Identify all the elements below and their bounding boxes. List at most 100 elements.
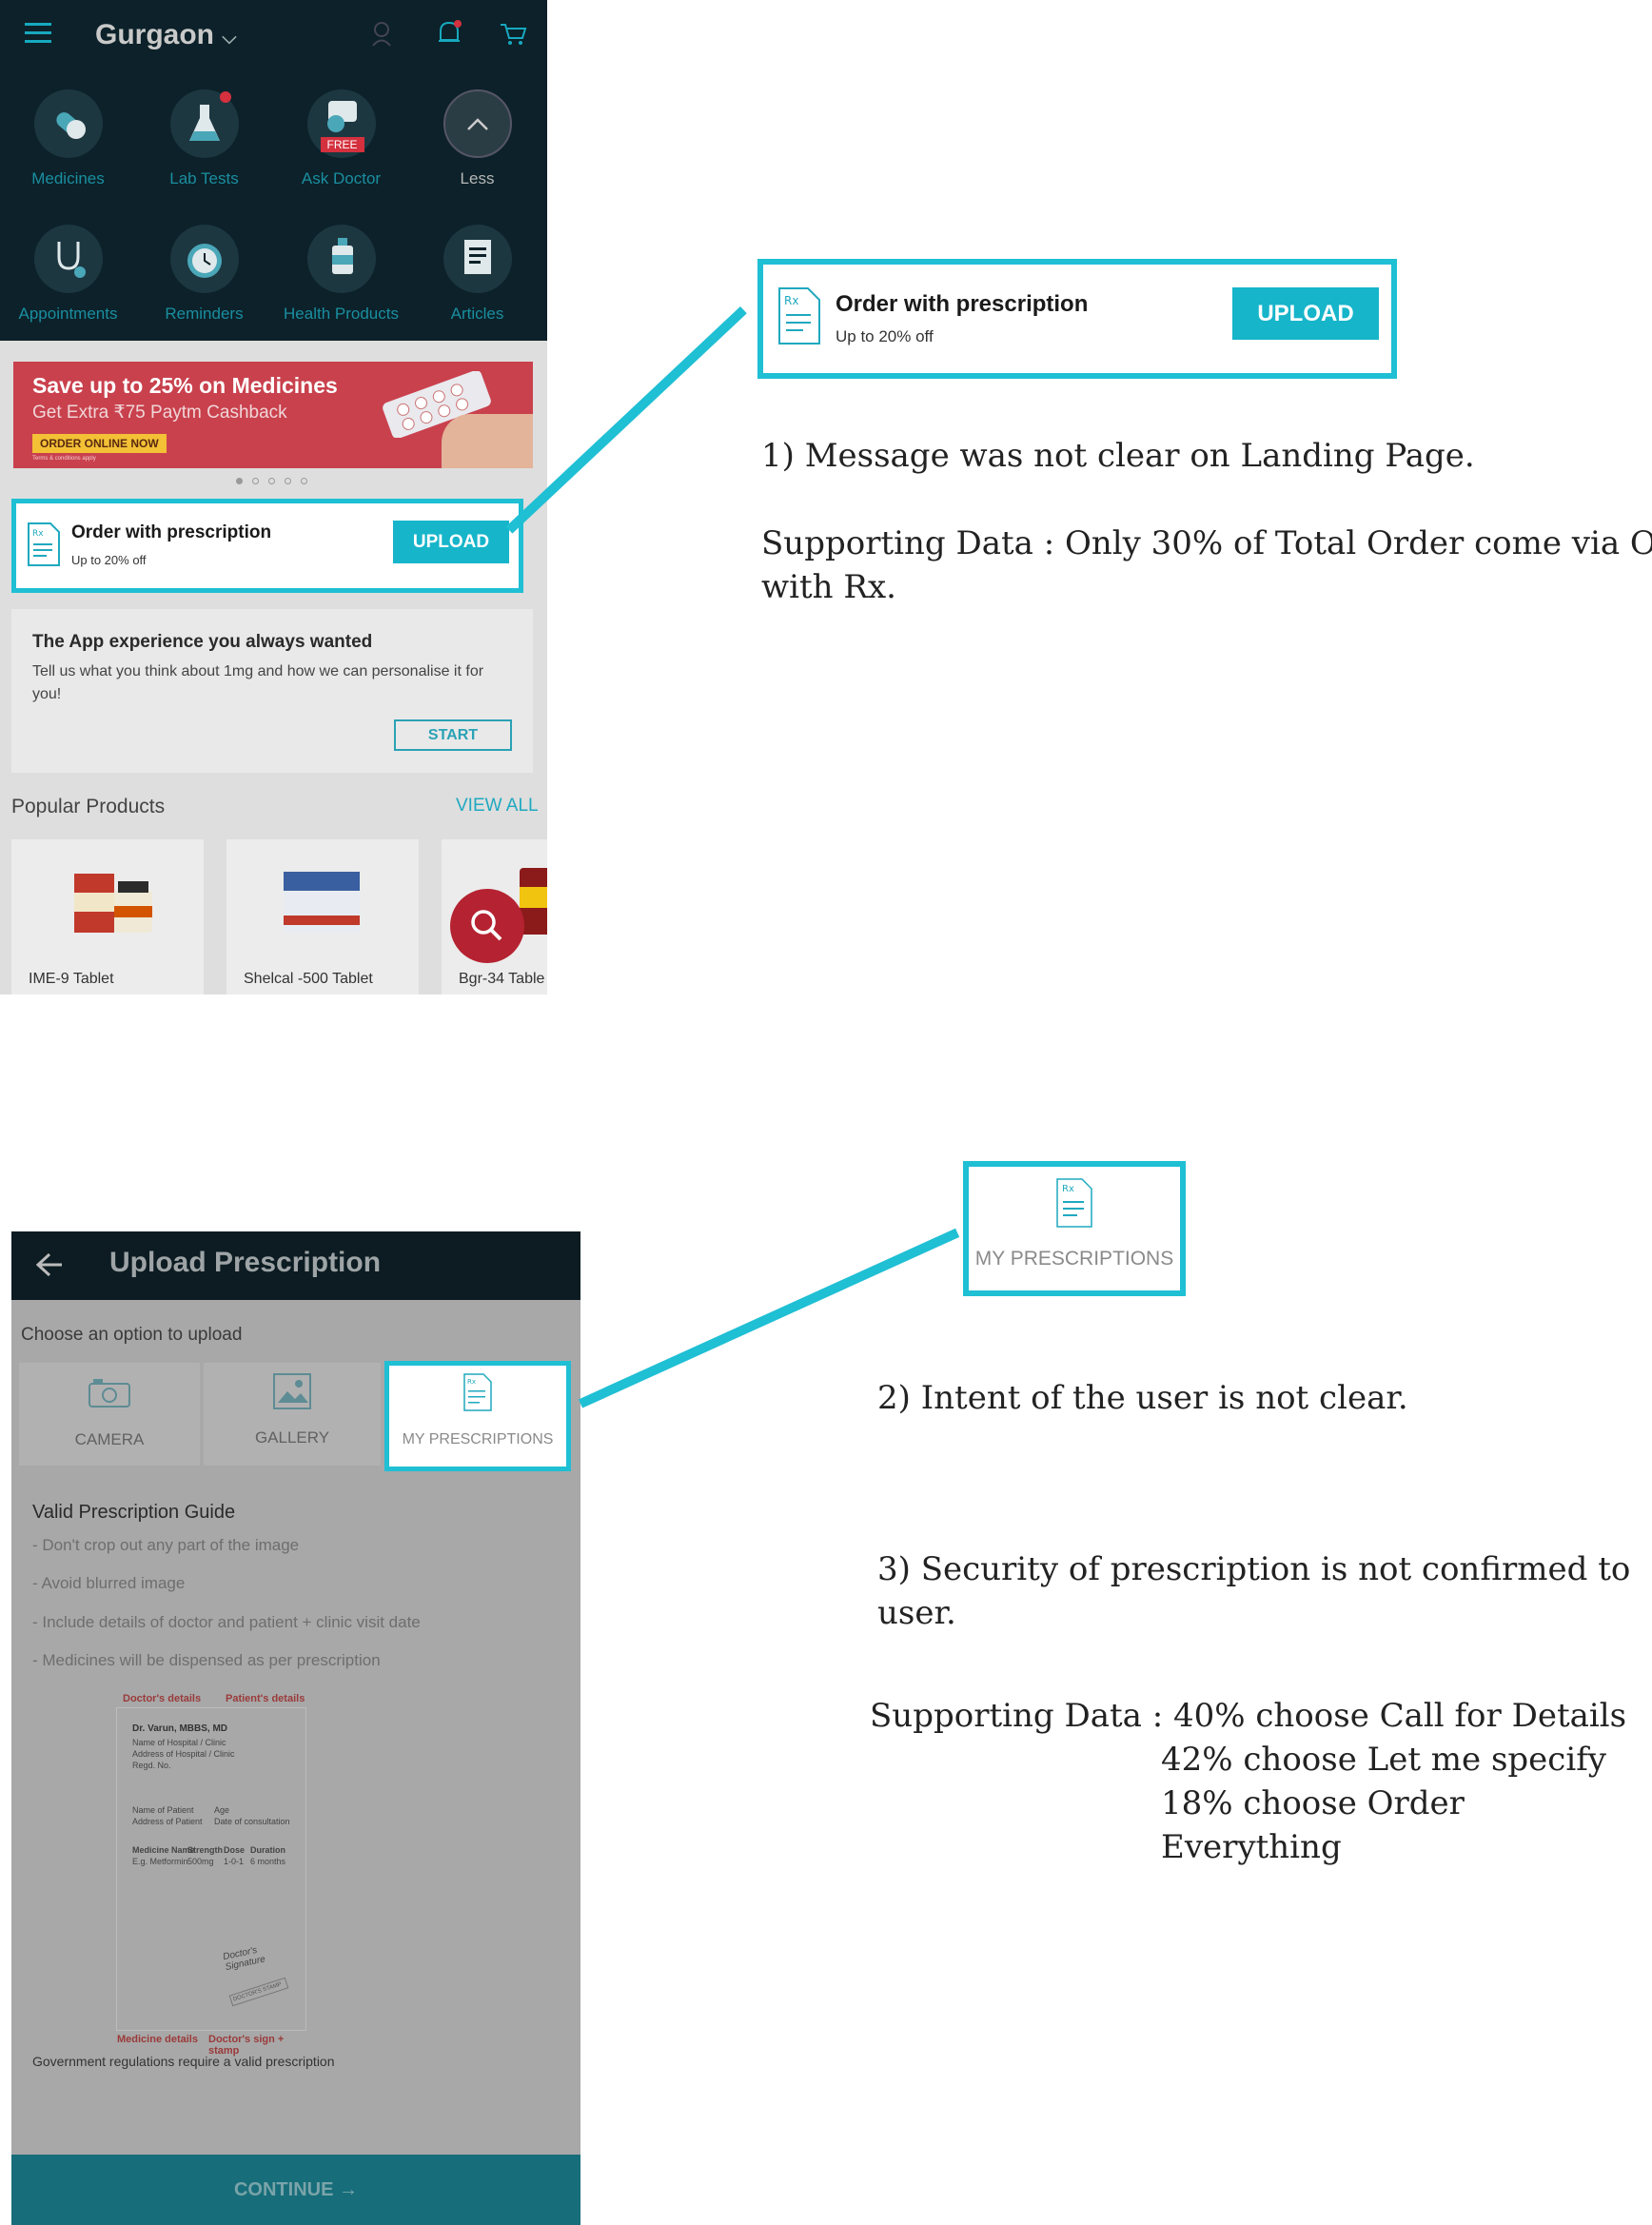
app-experience-card: The App experience you always wanted Tel…	[11, 609, 533, 773]
notification-bell-icon[interactable]	[436, 19, 462, 52]
guide-item: - Medicines will be dispensed as per pre…	[32, 1651, 381, 1669]
banner-subtitle: Get Extra ₹75 Paytm Cashback	[32, 403, 287, 423]
rx-label: Rx	[32, 529, 44, 539]
govt-note: Government regulations require a valid p…	[32, 2054, 335, 2069]
product-name: Shelcal -500 Tablet	[244, 971, 373, 987]
search-fab[interactable]	[450, 889, 524, 963]
product-card[interactable]: IME-9 Tablet	[11, 839, 204, 994]
arrow-right-icon: →	[339, 2179, 358, 2200]
sample-col: Medicine Name	[132, 1845, 195, 1855]
promo-banner[interactable]: Save up to 25% on Medicines Get Extra ₹7…	[13, 362, 533, 468]
flask-icon	[169, 89, 239, 158]
sample-hospital: Name of Hospital / Clinic	[132, 1738, 226, 1747]
doctor-details-label: Doctor's details	[123, 1693, 202, 1704]
hand-image	[442, 414, 533, 468]
chevron-down-icon: ⌵	[222, 28, 237, 49]
note-support-line: Supporting Data : Only 30% of Total Orde…	[761, 524, 1652, 562]
product-image	[280, 862, 365, 938]
my-prescriptions-callout: Rx MY PRESCRIPTIONS	[963, 1161, 1186, 1296]
gallery-option[interactable]: GALLERY	[204, 1363, 381, 1466]
upload-prescription-screen: Upload Prescription Choose an option to …	[11, 1231, 580, 2225]
profile-icon[interactable]	[371, 21, 396, 52]
callout-order-subtitle: Up to 20% off	[836, 327, 934, 345]
sample-age: Age	[214, 1805, 230, 1815]
app-card-title: The App experience you always wanted	[32, 632, 373, 652]
callout-upload-button: UPLOAD	[1232, 287, 1379, 340]
category-label: Reminders	[165, 305, 244, 323]
callout-label: MY PRESCRIPTIONS	[974, 1248, 1174, 1270]
category-reminders[interactable]: Reminders	[136, 225, 272, 324]
my-prescriptions-option[interactable]: Rx MY PRESCRIPTIONS	[384, 1361, 571, 1471]
prescription-doc-icon: Rx	[28, 522, 60, 571]
hamburger-menu-icon[interactable]	[25, 23, 51, 44]
popular-products-title: Popular Products	[11, 796, 166, 817]
sample-col: Strength	[187, 1845, 223, 1855]
category-ask-doctor[interactable]: FREE Ask Doctor	[273, 89, 409, 188]
alarm-clock-icon	[169, 225, 239, 293]
sample-cell: 6 months	[250, 1857, 286, 1866]
sample-cell: 1-0-1	[224, 1857, 245, 1866]
category-label: Medicines	[31, 169, 105, 187]
guide-title: Valid Prescription Guide	[32, 1502, 236, 1523]
order-with-prescription-card[interactable]: Rx Order with prescription Up to 20% off…	[11, 499, 523, 593]
continue-button[interactable]: CONTINUE →	[11, 2155, 580, 2225]
note-support-line: 42% choose Let me specify	[1161, 1741, 1607, 1779]
pill-icon	[33, 89, 103, 158]
sample-cell: E.g. Metformin	[132, 1857, 188, 1866]
prescription-doc-icon: Rx	[969, 1178, 1180, 1232]
option-label: CAMERA	[74, 1430, 145, 1448]
order-subtitle: Up to 20% off	[71, 553, 147, 567]
chevron-up-icon	[442, 89, 512, 158]
home-screen: Gurgaon ⌵ Medicines Lab Tests FREE Ask D…	[0, 0, 547, 994]
rx-label: Rx	[1062, 1184, 1074, 1194]
category-appointments[interactable]: Appointments	[0, 225, 136, 324]
chat-doctor-icon: FREE	[306, 89, 376, 158]
start-button[interactable]: START	[394, 719, 512, 751]
category-less-toggle[interactable]: Less	[409, 89, 545, 188]
sample-col: Dose	[224, 1845, 246, 1855]
sample-patient-name: Name of Patient	[132, 1805, 194, 1815]
location-selector[interactable]: Gurgaon ⌵	[95, 19, 237, 51]
guide-item: - Avoid blurred image	[32, 1574, 186, 1592]
banner-cta[interactable]: ORDER ONLINE NOW	[32, 434, 167, 453]
guide-item: - Include details of doctor and patient …	[32, 1613, 421, 1631]
prescription-doc-icon: Rx	[389, 1373, 566, 1416]
category-articles[interactable]: Articles	[409, 225, 545, 324]
category-lab-tests[interactable]: Lab Tests	[136, 89, 272, 188]
location-label: Gurgaon	[95, 19, 214, 50]
cart-icon[interactable]	[499, 21, 527, 52]
banner-fineprint: Terms & conditions apply	[32, 456, 96, 462]
sample-address: Address of Hospital / Clinic	[132, 1749, 235, 1759]
product-card[interactable]: Shelcal -500 Tablet	[226, 839, 419, 994]
option-label: MY PRESCRIPTIONS	[402, 1431, 554, 1447]
stethoscope-icon	[33, 225, 103, 293]
view-all-link[interactable]: VIEW ALL	[456, 796, 539, 817]
carousel-dots[interactable]	[236, 472, 317, 489]
guide-item: - Don't crop out any part of the image	[32, 1536, 300, 1554]
sample-col: Duration	[250, 1845, 285, 1855]
sample-regd: Regd. No.	[132, 1761, 171, 1770]
category-health-products[interactable]: Health Products	[273, 225, 409, 324]
note-support-line: with Rx.	[761, 568, 896, 606]
camera-option[interactable]: CAMERA	[19, 1363, 200, 1466]
free-badge: FREE	[320, 137, 364, 152]
camera-icon	[19, 1376, 200, 1413]
note-support-line: Supporting Data : 40% choose Call for De…	[870, 1697, 1627, 1735]
sample-cell: 500mg	[187, 1857, 214, 1866]
banner-title: Save up to 25% on Medicines	[32, 373, 338, 398]
back-arrow-icon[interactable]	[35, 1252, 63, 1282]
product-name: Bgr-34 Table	[459, 971, 545, 987]
category-label: Lab Tests	[169, 169, 239, 187]
gallery-icon	[204, 1372, 381, 1415]
note-point-1: 1) Message was not clear on Landing Page…	[761, 437, 1475, 475]
bottle-icon	[306, 225, 376, 293]
order-title: Order with prescription	[71, 522, 272, 542]
upload-button[interactable]: UPLOAD	[393, 521, 509, 563]
sample-doctor-name: Dr. Varun, MBBS, MD	[132, 1723, 228, 1734]
category-label: Health Products	[284, 305, 399, 323]
category-medicines[interactable]: Medicines	[0, 89, 136, 188]
category-label: Appointments	[18, 305, 118, 323]
sample-patient-address: Address of Patient	[132, 1817, 203, 1826]
category-label: Less	[460, 169, 495, 187]
choose-option-label: Choose an option to upload	[21, 1325, 243, 1345]
